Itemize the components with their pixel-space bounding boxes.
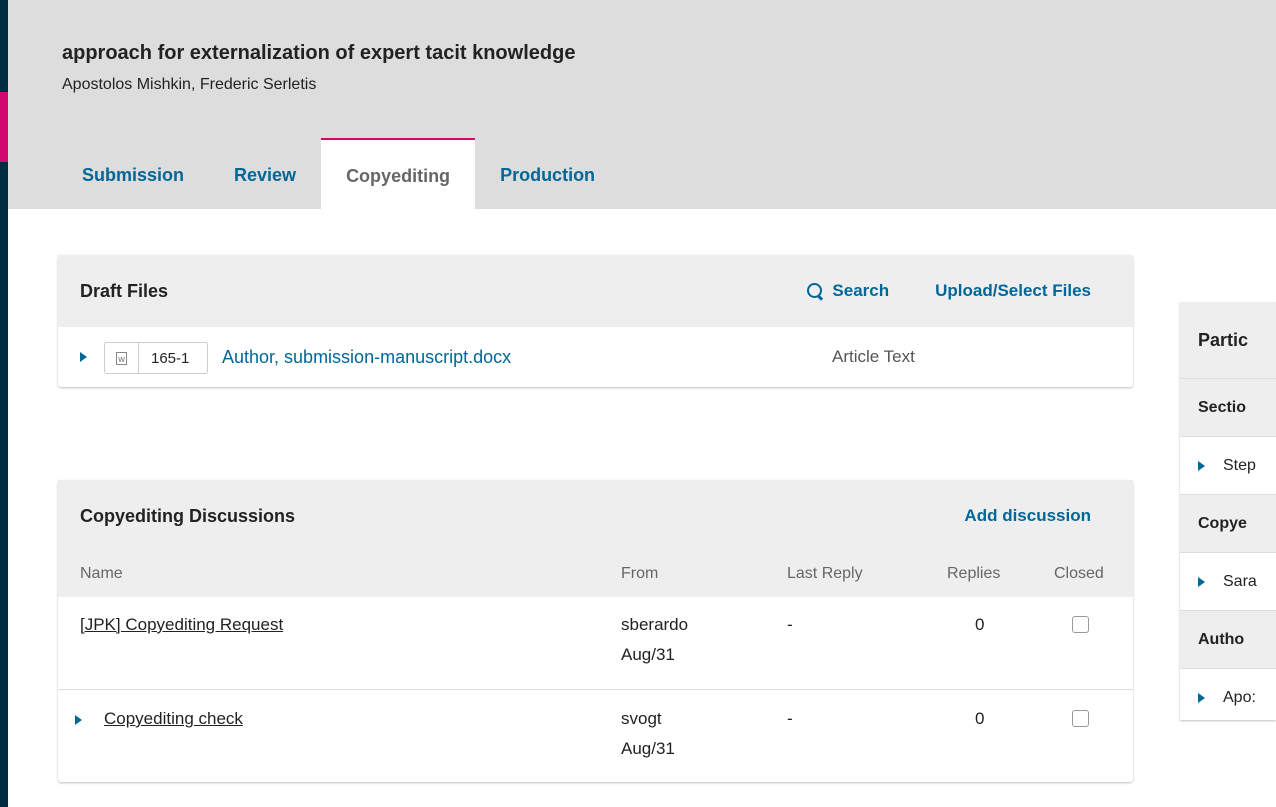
- expand-row-icon[interactable]: [80, 352, 87, 362]
- discussion-replies: 0: [975, 615, 985, 634]
- search-button[interactable]: Search: [806, 281, 889, 301]
- participants-panel: Partic Sectio Step Copye Sara Autho Apo:: [1180, 302, 1276, 720]
- word-document-icon: W: [105, 343, 139, 373]
- participant-group-section: Sectio: [1180, 378, 1276, 436]
- file-badge: W 165-1: [104, 342, 208, 374]
- draft-files-actions: Search Upload/Select Files: [806, 255, 1091, 327]
- submission-authors: Apostolos Mishkin, Frederic Serletis: [62, 76, 317, 93]
- participant-name: Step: [1223, 456, 1256, 474]
- submission-header: approach for externalization of expert t…: [8, 0, 1276, 209]
- expand-participant-icon: [1198, 692, 1205, 703]
- discussion-from-date: Aug/31: [621, 739, 675, 758]
- participant-name: Sara: [1223, 572, 1257, 590]
- column-from: From: [621, 565, 659, 582]
- participant-item[interactable]: Apo:: [1180, 668, 1276, 726]
- file-type: Article Text: [832, 347, 915, 366]
- participant-group-author: Autho: [1180, 610, 1276, 668]
- participant-item[interactable]: Step: [1180, 436, 1276, 494]
- tab-review[interactable]: Review: [209, 138, 321, 209]
- table-row: [JPK] Copyediting Request sberardo Aug/3…: [58, 597, 1133, 689]
- participant-item[interactable]: Sara: [1180, 552, 1276, 610]
- tab-production[interactable]: Production: [475, 138, 620, 209]
- file-download-link[interactable]: Author, submission-manuscript.docx: [222, 347, 511, 368]
- file-row: W 165-1 Author, submission-manuscript.do…: [58, 327, 1133, 387]
- column-closed: Closed: [1054, 565, 1104, 582]
- tab-submission[interactable]: Submission: [62, 138, 209, 209]
- discussions-column-headers: Name From Last Reply Replies Closed: [58, 551, 1133, 597]
- closed-checkbox[interactable]: [1072, 710, 1089, 727]
- draft-files-panel: Draft Files Search Upload/Select Files W…: [58, 255, 1133, 387]
- column-name: Name: [80, 565, 123, 582]
- discussion-last-reply: -: [787, 615, 793, 634]
- draft-files-header: Draft Files Search Upload/Select Files: [58, 255, 1133, 327]
- discussion-link[interactable]: [JPK] Copyediting Request: [80, 610, 283, 640]
- discussion-from-user: sberardo: [621, 615, 689, 634]
- expand-participant-icon: [1198, 460, 1205, 471]
- workflow-tabs: Submission Review Copyediting Production: [62, 138, 620, 209]
- draft-files-title: Draft Files: [80, 280, 169, 301]
- left-rail-accent: [0, 92, 8, 162]
- search-label: Search: [832, 281, 890, 300]
- discussions-header: Copyediting Discussions Add discussion: [58, 480, 1133, 552]
- search-icon: [806, 282, 824, 300]
- upload-select-files-button[interactable]: Upload/Select Files: [935, 281, 1091, 301]
- tab-copyediting[interactable]: Copyediting: [321, 138, 476, 209]
- participant-group-copyeditor: Copye: [1180, 494, 1276, 552]
- copyediting-discussions-panel: Copyediting Discussions Add discussion N…: [58, 480, 1133, 782]
- file-id: 165-1: [151, 349, 190, 367]
- column-replies: Replies: [947, 565, 1001, 582]
- column-last-reply: Last Reply: [787, 565, 863, 582]
- closed-checkbox[interactable]: [1072, 616, 1089, 633]
- discussion-replies: 0: [975, 709, 985, 728]
- discussion-from-user: svogt: [621, 709, 662, 728]
- table-row: Copyediting check svogt Aug/31 - 0: [58, 689, 1133, 781]
- expand-participant-icon: [1198, 576, 1205, 587]
- discussions-actions: Add discussion: [964, 480, 1091, 552]
- discussion-last-reply: -: [787, 709, 793, 728]
- participants-title: Partic: [1180, 302, 1276, 378]
- discussion-link[interactable]: Copyediting check: [104, 704, 243, 734]
- add-discussion-button[interactable]: Add discussion: [964, 506, 1091, 526]
- expand-row-icon[interactable]: [75, 715, 82, 725]
- participant-name: Apo:: [1223, 688, 1256, 706]
- submission-title: approach for externalization of expert t…: [62, 42, 576, 64]
- discussion-from-date: Aug/31: [621, 645, 675, 664]
- discussions-title: Copyediting Discussions: [80, 505, 296, 526]
